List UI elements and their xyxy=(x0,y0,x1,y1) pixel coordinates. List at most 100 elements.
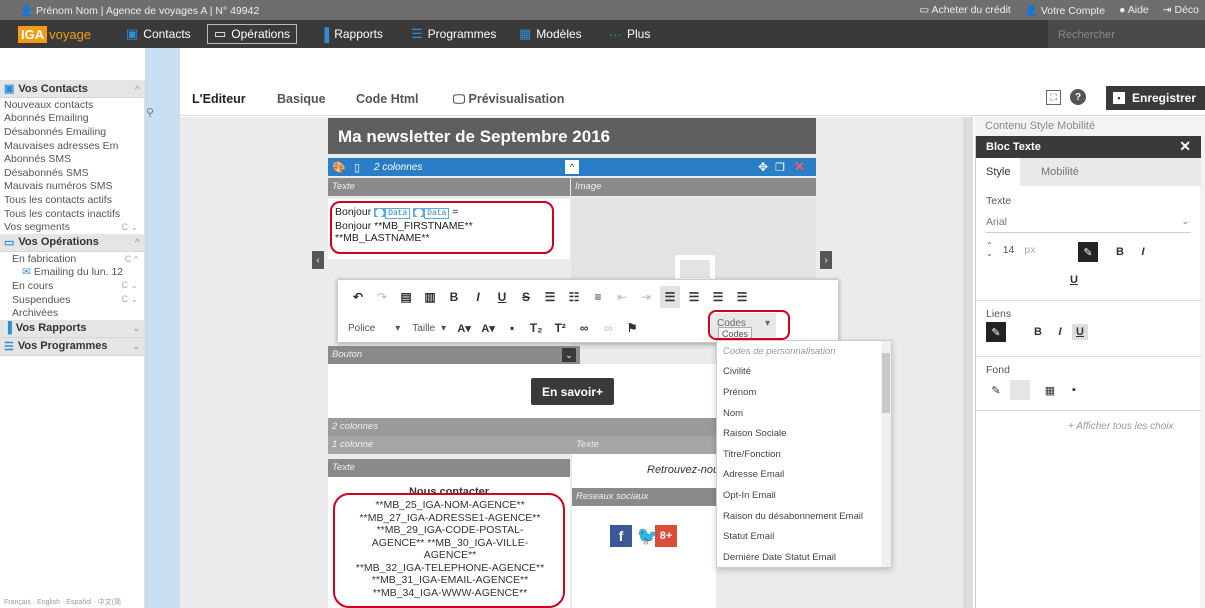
strikethrough-icon[interactable]: S xyxy=(516,286,536,308)
pin-icon[interactable]: ⚲ xyxy=(146,106,154,119)
en-savoir-button[interactable]: En savoir+ xyxy=(531,378,614,405)
nav-modeles[interactable]: ▦ Modèles xyxy=(515,20,586,48)
dropdown-option[interactable]: Titre/Fonction xyxy=(717,444,891,465)
underline-icon[interactable]: U xyxy=(492,286,512,308)
tab-style[interactable]: Style xyxy=(976,158,1021,186)
sidebar-item[interactable]: Nouveaux contacts xyxy=(0,98,144,112)
sidebar-operations-header[interactable]: ▭ Vos Opérations ^ xyxy=(0,233,144,252)
sidebar-item[interactable]: Tous les contacts actifs xyxy=(0,193,144,207)
size-select[interactable]: Taille ▾ xyxy=(406,318,452,338)
nav-operations[interactable]: ▭ Opérations xyxy=(207,24,297,44)
anchor-flag-icon[interactable]: ⚑ xyxy=(622,317,642,339)
nav-rapports[interactable]: ▐ Rapports xyxy=(316,20,387,48)
background-color-swatch[interactable]: ✎ xyxy=(986,380,1006,400)
chevron-down-icon[interactable]: ⌄ xyxy=(562,348,576,362)
sidebar-item-segments[interactable]: Vos segments C ⌄ xyxy=(0,220,144,234)
google-plus-icon[interactable]: 8+ xyxy=(655,525,677,547)
nav-programmes[interactable]: ☰ Programmes xyxy=(407,20,500,48)
help-link[interactable]: ● Aide xyxy=(1119,4,1149,17)
tab-previsualisation[interactable]: 🖵 Prévisualisation xyxy=(453,92,564,107)
bullet-list-icon[interactable]: ☷ xyxy=(564,286,584,308)
logo[interactable]: IGA voyage xyxy=(18,24,91,44)
block-toolbar[interactable]: 🎨 ▯ 2 colonnes ^ ✥ ❐ ✕ xyxy=(328,158,816,176)
fullscreen-icon[interactable]: ⛶ xyxy=(1046,90,1061,105)
calculator-icon[interactable]: ▦ xyxy=(1040,380,1060,400)
subscript-icon[interactable]: T₂ xyxy=(526,317,546,339)
numbered-list-icon[interactable]: ☰ xyxy=(540,286,560,308)
dropdown-option[interactable]: Raison Sociale xyxy=(717,423,891,444)
palette-icon[interactable]: 🎨 xyxy=(332,160,346,174)
save-button[interactable]: ▪ Enregistrer xyxy=(1106,86,1205,110)
bold-icon[interactable]: B xyxy=(444,286,464,308)
undo-icon[interactable]: ↶ xyxy=(348,286,368,308)
dropdown-option[interactable]: Opt-In Email xyxy=(717,485,891,506)
indent-icon[interactable]: ⇥ xyxy=(636,286,656,308)
logout-link[interactable]: ⇥ Déco xyxy=(1163,4,1199,17)
show-all-choices-link[interactable]: + Afficher tous les choix xyxy=(1068,421,1174,432)
text-color-icon[interactable]: A▾ xyxy=(454,317,474,339)
unlink-icon[interactable]: ∞ xyxy=(598,317,618,339)
sidebar-item-emailing[interactable]: ✉ Emailing du lun. 12 xyxy=(0,266,144,280)
dropdown-scrollbar[interactable] xyxy=(881,341,891,567)
dropdown-option[interactable]: Nom xyxy=(717,403,891,424)
italic-toggle[interactable]: I xyxy=(1135,246,1151,258)
dropdown-option[interactable]: Adresse Email xyxy=(717,465,891,486)
buy-credit-link[interactable]: ▭ Acheter du crédit xyxy=(919,4,1011,17)
link-underline-toggle[interactable]: U xyxy=(1072,324,1088,340)
font-family-select[interactable]: Arial ⌄ xyxy=(986,213,1191,233)
dropdown-option[interactable]: Statut Email xyxy=(717,526,891,547)
sidebar-programmes-header[interactable]: ☰ Vos Programmes ⌄ xyxy=(0,337,144,356)
help-icon[interactable]: ? xyxy=(1070,89,1086,105)
font-size-input[interactable]: ⌃ ⌄ 14 px xyxy=(986,242,1035,258)
sidebar-item[interactable]: Abonnés SMS xyxy=(0,152,144,166)
background-image-icon[interactable]: ▪ xyxy=(1064,380,1084,400)
language-links[interactable]: Français · English · Español · 中文(简 xyxy=(4,597,121,607)
sidebar-item[interactable]: Mauvaises adresses Em xyxy=(0,139,144,153)
sidebar-item-suspendues[interactable]: Suspendues C ⌄ xyxy=(0,293,144,307)
align-center-icon[interactable]: ☰ xyxy=(684,286,704,308)
superscript-icon[interactable]: T² xyxy=(550,317,570,339)
collapse-icon[interactable]: ^ xyxy=(565,160,579,174)
image-icon[interactable]: ▪ xyxy=(502,317,522,339)
redo-icon[interactable]: ↷ xyxy=(372,286,392,308)
facebook-icon[interactable]: f xyxy=(610,525,632,547)
bold-toggle[interactable]: B xyxy=(1112,246,1128,258)
link-color-swatch[interactable]: ✎ xyxy=(986,322,1006,342)
transparent-swatch[interactable] xyxy=(1010,380,1030,400)
duplicate-icon[interactable]: ❐ xyxy=(775,161,785,174)
sidebar-contacts-header[interactable]: ▣ Vos Contacts ^ xyxy=(0,80,144,98)
dropdown-option[interactable]: Dernière Date Statut Email xyxy=(717,547,891,568)
sidebar-item-fabrication[interactable]: En fabrication C ^ xyxy=(0,252,144,266)
link-italic-toggle[interactable]: I xyxy=(1052,326,1068,338)
sidebar-item[interactable]: Tous les contacts inactifs xyxy=(0,207,144,221)
horizontal-rule-icon[interactable]: ≡ xyxy=(588,286,608,308)
tab-editeur[interactable]: L'Editeur xyxy=(192,92,246,106)
paste-icon[interactable]: ▤ xyxy=(396,286,416,308)
social-block[interactable] xyxy=(572,506,716,608)
italic-icon[interactable]: I xyxy=(468,286,488,308)
canvas-scrollbar[interactable] xyxy=(963,117,973,608)
link-icon[interactable]: ∞ xyxy=(574,317,594,339)
delete-icon[interactable]: ✕ xyxy=(794,159,805,175)
retrouvez-text[interactable]: Retrouvez-nous xyxy=(572,454,716,488)
sidebar-rapports-header[interactable]: ▐ Vos Rapports ⌄ xyxy=(0,319,144,338)
nav-contacts[interactable]: ▣ Contacts xyxy=(122,20,195,48)
tab-basique[interactable]: Basique xyxy=(277,92,326,106)
move-icon[interactable]: ✥ xyxy=(758,160,768,174)
paste-text-icon[interactable]: ▥ xyxy=(420,286,440,308)
link-bold-toggle[interactable]: B xyxy=(1030,326,1046,338)
dropdown-option[interactable]: Raison du désabonnement Email xyxy=(717,506,891,527)
sidebar-item-archivees[interactable]: Archivées xyxy=(0,306,144,320)
align-right-icon[interactable]: ☰ xyxy=(708,286,728,308)
underline-toggle[interactable]: U xyxy=(1066,274,1082,286)
font-select[interactable]: Police ▾ xyxy=(342,318,406,338)
newsletter-title[interactable]: Ma newsletter de Septembre 2016 xyxy=(328,118,816,154)
mobile-icon[interactable]: ▯ xyxy=(350,160,364,174)
bg-color-icon[interactable]: A▾ xyxy=(478,317,498,339)
sidebar-item[interactable]: Abonnés Emailing xyxy=(0,112,144,126)
next-arrow-icon[interactable]: › xyxy=(820,251,832,269)
sidebar-item[interactable]: Désabonnés Emailing xyxy=(0,125,144,139)
align-left-icon[interactable]: ☰ xyxy=(660,286,680,308)
outdent-icon[interactable]: ⇤ xyxy=(612,286,632,308)
sidebar-item-encours[interactable]: En cours C ⌄ xyxy=(0,279,144,293)
